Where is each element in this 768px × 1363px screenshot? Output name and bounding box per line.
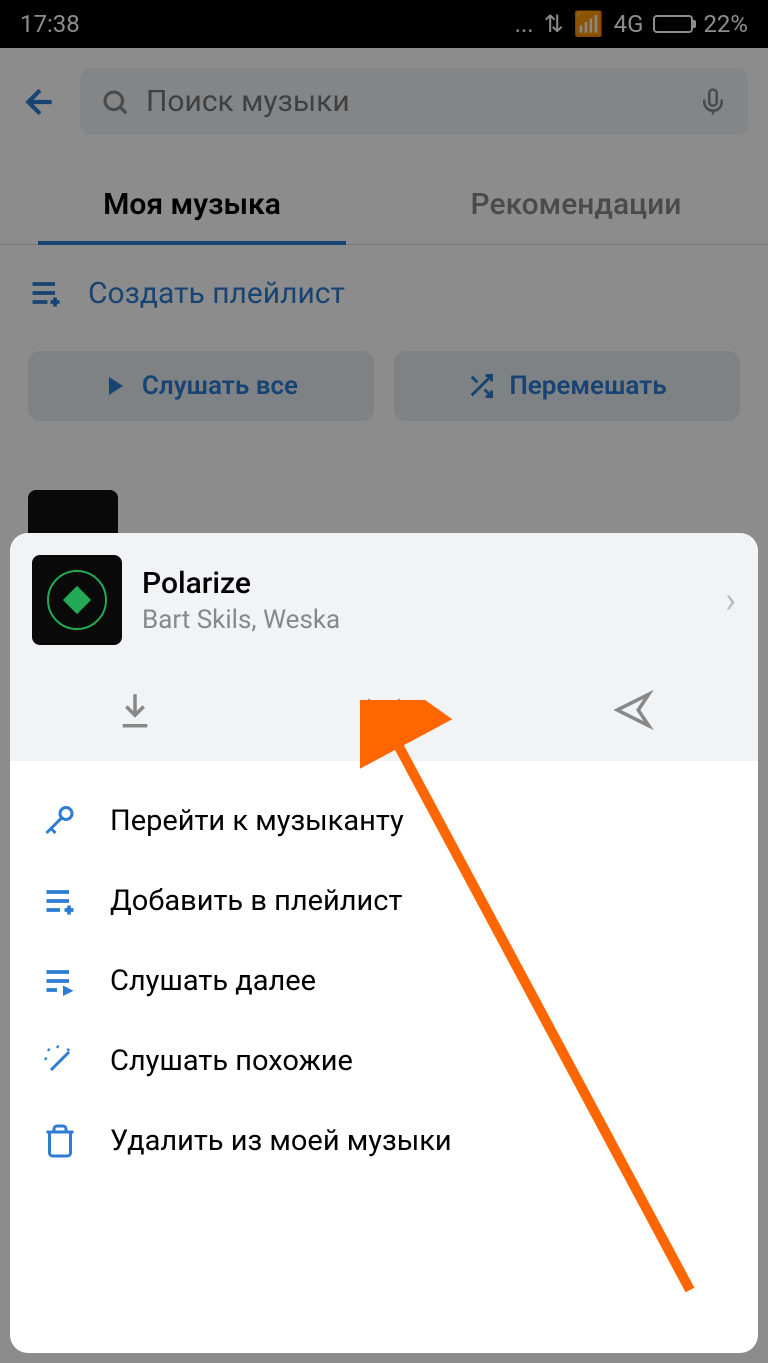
menu-similar[interactable]: Слушать похожие <box>10 1021 758 1101</box>
track-artist: Bart Skils, Weska <box>142 605 705 635</box>
menu-play-next[interactable]: Слушать далее <box>10 941 758 1021</box>
sheet-quick-actions <box>10 667 758 761</box>
menu-list: Перейти к музыканту Добавить в плейлист … <box>10 761 758 1201</box>
sheet-track-header[interactable]: Polarize Bart Skils, Weska › <box>10 533 758 667</box>
download-button[interactable] <box>114 689 156 731</box>
mic-icon <box>40 803 80 839</box>
menu-delete[interactable]: Удалить из моей музыки <box>10 1101 758 1181</box>
track-title: Polarize <box>142 566 705 601</box>
chevron-right-icon: › <box>725 579 736 621</box>
menu-go-to-artist[interactable]: Перейти к музыканту <box>10 781 758 861</box>
album-art <box>32 555 122 645</box>
track-context-sheet: Polarize Bart Skils, Weska › Перейти к м… <box>10 533 758 1353</box>
playlist-add-icon <box>40 883 80 919</box>
trash-icon <box>40 1123 80 1159</box>
share-button[interactable] <box>612 689 654 731</box>
track-info: Polarize Bart Skils, Weska <box>142 566 705 635</box>
wand-icon <box>40 1043 80 1079</box>
play-next-icon <box>40 963 80 999</box>
broadcast-button[interactable] <box>363 689 405 731</box>
menu-add-to-playlist[interactable]: Добавить в плейлист <box>10 861 758 941</box>
